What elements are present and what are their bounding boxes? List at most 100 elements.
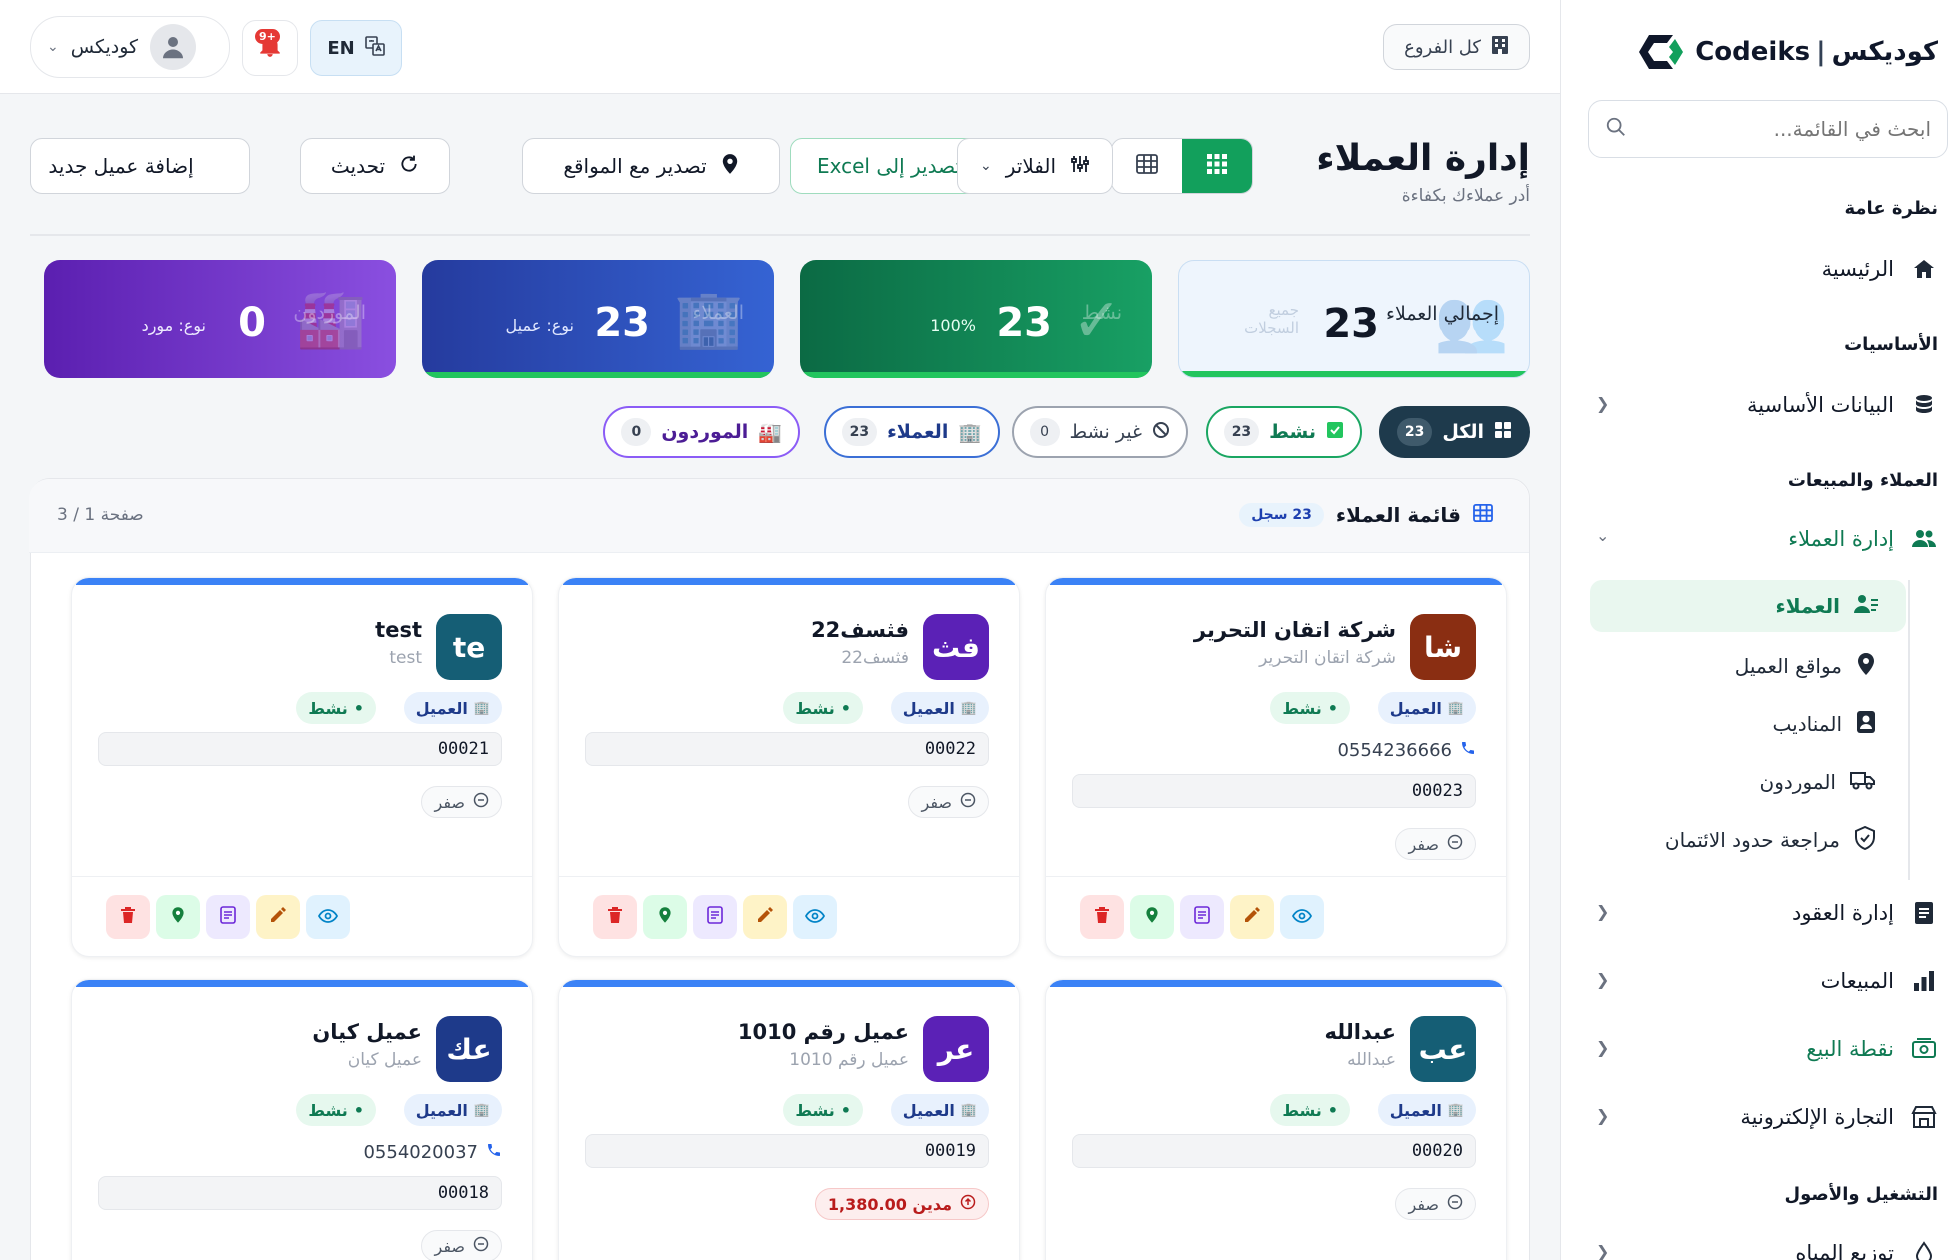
building-icon: 🏢 bbox=[960, 700, 977, 716]
customer-code: 00023 bbox=[1072, 774, 1476, 808]
status-dot-icon: • bbox=[353, 698, 364, 718]
sidebar-item-customer-mgmt[interactable]: إدارة العملاء ⌄ bbox=[1582, 512, 1938, 566]
sidebar-subitem-suppliers[interactable]: الموردون bbox=[1570, 756, 1890, 808]
status-badge: • نشط bbox=[783, 1094, 863, 1126]
customer-name: عبدالله bbox=[1324, 1020, 1396, 1044]
card-action-trash-button[interactable] bbox=[593, 895, 637, 939]
notes-icon bbox=[220, 906, 236, 928]
card-action-eye-button[interactable] bbox=[793, 895, 837, 939]
chevron-left-icon: ❮ bbox=[1596, 1106, 1610, 1125]
eye-icon bbox=[1291, 908, 1313, 927]
card-action-edit-button[interactable] bbox=[1230, 895, 1274, 939]
card-accent-bar bbox=[1050, 980, 1502, 987]
map-pin-icon bbox=[1856, 652, 1876, 681]
filter-chip-all[interactable]: الكل 23 bbox=[1378, 406, 1530, 458]
status-dot-icon: • bbox=[1327, 698, 1338, 718]
chip-label: الكل bbox=[1442, 421, 1484, 443]
chevron-down-icon: ⌄ bbox=[979, 158, 992, 174]
sidebar-item-water-distribution[interactable]: توزيع المياه ❮ bbox=[1582, 1226, 1938, 1260]
card-action-trash-button[interactable] bbox=[106, 895, 150, 939]
edit-icon bbox=[1243, 906, 1261, 928]
filters-button[interactable]: الفلاتر ⌄ bbox=[957, 138, 1113, 194]
filter-chip-suppliers[interactable]: 🏭 الموردون 0 bbox=[603, 406, 800, 458]
card-accent-bar bbox=[76, 980, 528, 987]
list-title: قائمة العملاء bbox=[1335, 503, 1461, 527]
filter-chip-active[interactable]: نشط 23 bbox=[1205, 406, 1362, 458]
type-label: العميل bbox=[902, 1100, 955, 1120]
sidebar-item-ecommerce[interactable]: التجارة الإلكترونية ❮ bbox=[1582, 1090, 1938, 1144]
sidebar-subitem-label: العملاء bbox=[1775, 594, 1840, 618]
grid-icon bbox=[1494, 421, 1512, 444]
map-pin-icon bbox=[658, 906, 672, 928]
user-menu[interactable]: كوديكس ⌄ bbox=[30, 16, 230, 78]
sidebar-item-master-data[interactable]: البيانات الأساسية ❮ bbox=[1582, 378, 1938, 432]
refresh-button[interactable]: تحديث bbox=[300, 138, 450, 194]
edit-icon bbox=[269, 906, 287, 928]
shield-check-icon bbox=[1854, 825, 1876, 855]
status-badge: • نشط bbox=[296, 692, 376, 724]
card-action-map-pin-button[interactable] bbox=[1130, 895, 1174, 939]
truck-icon bbox=[1850, 769, 1876, 796]
grid-view-button[interactable] bbox=[1182, 139, 1252, 193]
card-action-map-pin-button[interactable] bbox=[156, 895, 200, 939]
branch-selector[interactable]: كل الفروع bbox=[1383, 24, 1530, 70]
customer-phone[interactable]: 0554020037 bbox=[363, 1142, 502, 1163]
stat-label: الموردون bbox=[293, 302, 366, 324]
chip-count: 23 bbox=[1223, 418, 1260, 446]
building-icon: 🏢 bbox=[1447, 1102, 1464, 1118]
customer-code: 00020 bbox=[1072, 1134, 1476, 1168]
card-action-notes-button[interactable] bbox=[206, 895, 250, 939]
customer-avatar: عر bbox=[923, 1016, 989, 1082]
card-action-notes-button[interactable] bbox=[1180, 895, 1224, 939]
sidebar-search-input[interactable] bbox=[1637, 117, 1931, 141]
customer-card[interactable]: عك عميل كيان عميل كيان 🏢 العميل • نشط 055402003… bbox=[71, 979, 533, 1260]
brand-name: Codeiks | كوديكس bbox=[1695, 37, 1938, 67]
translate-icon bbox=[364, 35, 385, 61]
filter-chip-inactive[interactable]: غير نشط 0 bbox=[1011, 406, 1188, 458]
sidebar-item-home[interactable]: الرئيسية bbox=[1582, 242, 1938, 296]
sidebar-subitem-credit-review[interactable]: مراجعة حدود الائتمان bbox=[1570, 814, 1890, 866]
card-action-edit-button[interactable] bbox=[256, 895, 300, 939]
customer-card[interactable]: te test test 🏢 العميل • نشط 00021 صفر bbox=[71, 577, 533, 957]
sidebar-subitem-customer-locations[interactable]: مواقع العميل bbox=[1570, 640, 1890, 692]
export-locations-button[interactable]: تصدير مع المواقع bbox=[522, 138, 780, 194]
minus-circle-icon bbox=[473, 792, 489, 812]
view-toggle bbox=[1111, 138, 1253, 194]
card-action-edit-button[interactable] bbox=[743, 895, 787, 939]
notifications-button[interactable]: +9 bbox=[242, 20, 298, 76]
sidebar-item-contracts[interactable]: إدارة العقود ❮ bbox=[1582, 886, 1938, 940]
customer-card[interactable]: عب عبدالله عبدالله 🏢 العميل • نشط 00020 صفر bbox=[1045, 979, 1507, 1260]
sidebar-item-pos[interactable]: نقطة البيع ❮ bbox=[1582, 1022, 1938, 1076]
sidebar-subitem-reps[interactable]: المناديب bbox=[1570, 698, 1890, 750]
filter-chip-customers[interactable]: 🏢 العملاء 23 bbox=[823, 406, 1000, 458]
table-view-button[interactable] bbox=[1112, 139, 1182, 193]
sidebar-item-label: إدارة العقود bbox=[1791, 901, 1894, 925]
sidebar-item-label: البيانات الأساسية bbox=[1747, 393, 1894, 417]
customer-card[interactable]: عر عميل رقم 1010 عميل رقم 1010 🏢 العميل • نشط 0… bbox=[558, 979, 1020, 1260]
eye-icon bbox=[804, 908, 826, 927]
balance-badge: صفر bbox=[908, 786, 989, 818]
chip-count: 23 bbox=[841, 418, 878, 446]
brand-logo[interactable]: Codeiks | كوديكس bbox=[1635, 26, 1938, 78]
card-accent-bar bbox=[76, 578, 528, 585]
customer-card[interactable]: فث فثسف22 فثسف22 🏢 العميل • نشط 00022 صفر bbox=[558, 577, 1020, 957]
stat-ghost-text: جميع السجلات bbox=[1244, 301, 1299, 337]
chevron-left-icon: ❮ bbox=[1596, 1242, 1610, 1260]
stat-suppliers: 🏭 الموردون 0 نوع: مورد bbox=[44, 260, 396, 378]
sidebar-item-sales[interactable]: المبيعات ❮ bbox=[1582, 954, 1938, 1008]
card-action-eye-button[interactable] bbox=[306, 895, 350, 939]
customer-phone[interactable]: 0554236666 bbox=[1337, 740, 1476, 761]
add-customer-button[interactable]: إضافة عميل جديد bbox=[30, 138, 250, 194]
section-basics: الأساسيات bbox=[1844, 334, 1938, 355]
card-actions bbox=[559, 876, 1019, 956]
card-action-notes-button[interactable] bbox=[693, 895, 737, 939]
customer-avatar: عب bbox=[1410, 1016, 1476, 1082]
customer-card[interactable]: شا شركة اتقان التحرير شركة اتقان التحرير 🏢 ا… bbox=[1045, 577, 1507, 957]
sidebar-subitem-customers[interactable]: العملاء bbox=[1590, 580, 1906, 632]
card-action-eye-button[interactable] bbox=[1280, 895, 1324, 939]
card-action-trash-button[interactable] bbox=[1080, 895, 1124, 939]
card-action-map-pin-button[interactable] bbox=[643, 895, 687, 939]
language-toggle[interactable]: EN bbox=[310, 20, 402, 76]
sidebar-search[interactable] bbox=[1588, 100, 1948, 158]
customer-subname: عميل رقم 1010 bbox=[789, 1050, 909, 1070]
